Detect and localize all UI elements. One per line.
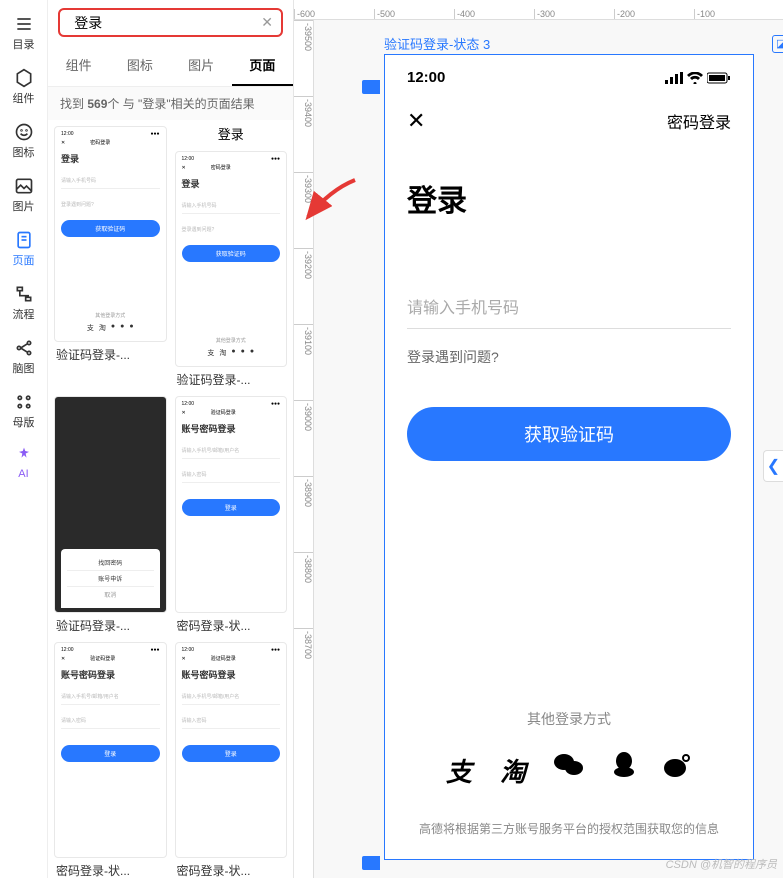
search-input[interactable] xyxy=(74,15,255,31)
card-caption: 验证码登录-... xyxy=(54,346,167,363)
alipay-icon[interactable]: 支 xyxy=(446,752,472,789)
topbar: ✕ 密码登录 xyxy=(385,96,753,146)
signal-icon xyxy=(665,72,683,84)
fold-icon[interactable]: ◪ xyxy=(772,35,783,53)
result-card[interactable]: 12:00●●● ✕ 密码登录 登录 请输入手机号码 登录遇到问题? 获取验证码… xyxy=(54,126,167,388)
sidebar-item-images[interactable]: 图片 xyxy=(4,170,44,220)
tab-pages[interactable]: 页面 xyxy=(232,45,293,86)
annotation-arrow xyxy=(300,175,360,225)
weibo-icon[interactable] xyxy=(664,752,692,789)
wechat-icon[interactable] xyxy=(554,752,584,789)
sidebar-item-components[interactable]: 组件 xyxy=(4,62,44,112)
guide-handle[interactable] xyxy=(362,80,380,94)
sidebar-label: 母版 xyxy=(13,414,35,430)
sidebar-item-mindmap[interactable]: 脑图 xyxy=(4,332,44,382)
battery-icon xyxy=(707,72,731,84)
ruler-horizontal: -600-500-400-300-200-100 xyxy=(294,0,783,20)
icon-sidebar: 目录 组件 图标 图片 页面 流程 脑图 母版 AI xyxy=(0,0,48,878)
result-card[interactable]: 12:00●●● ✕ 验证码登录 账号密码登录 请输入手机号/邮箱/用户名 请输… xyxy=(54,642,167,878)
clear-icon[interactable]: ✕ xyxy=(261,14,273,31)
result-info: 找到 569个 与 "登录"相关的页面结果 xyxy=(48,87,293,120)
asset-tabs: 组件 图标 图片 页面 xyxy=(48,45,293,87)
help-link[interactable]: 登录遇到问题? xyxy=(385,329,753,367)
watermark: CSDN @机智的程序员 xyxy=(666,856,777,872)
sidebar-item-ai[interactable]: AI xyxy=(4,440,44,486)
sidebar-label: 页面 xyxy=(13,252,35,268)
ruler-vertical: -39500-39400-39300-39200-39100-39000-389… xyxy=(294,20,314,878)
sidebar-item-icons[interactable]: 图标 xyxy=(4,116,44,166)
sidebar-label: 流程 xyxy=(13,306,35,322)
card-caption: 密码登录-状... xyxy=(175,617,288,634)
frame-label[interactable]: 验证码登录-状态 3 ◪ xyxy=(384,34,490,53)
search-box[interactable]: ✕ xyxy=(58,8,283,37)
card-caption: 密码登录-状... xyxy=(54,862,167,878)
status-bar: 12:00 xyxy=(385,55,753,96)
disclaimer: 高德将根据第三方账号服务平台的授权范围获取您的信息 xyxy=(385,820,753,837)
result-card[interactable]: 登录 12:00●●● ✕ 密码登录 登录 请输入手机号码 登录遇到问题? 获取… xyxy=(175,120,288,388)
device-frame[interactable]: 12:00 ✕ 密码登录 登录 登录遇到问题? 获取验证码 其他登录方式 支 淘 xyxy=(384,54,754,860)
sidebar-item-flow[interactable]: 流程 xyxy=(4,278,44,328)
tab-components[interactable]: 组件 xyxy=(48,45,109,86)
results-grid[interactable]: 12:00●●● ✕ 密码登录 登录 请输入手机号码 登录遇到问题? 获取验证码… xyxy=(48,120,293,878)
guide-handle[interactable] xyxy=(362,856,380,870)
social-row: 支 淘 xyxy=(385,752,753,789)
sidebar-label: 组件 xyxy=(13,90,35,106)
taobao-icon[interactable]: 淘 xyxy=(500,752,526,789)
sidebar-label: AI xyxy=(18,468,28,480)
other-login-label: 其他登录方式 xyxy=(385,709,753,729)
sidebar-label: 图片 xyxy=(13,198,35,214)
canvas[interactable]: 验证码登录-状态 3 ◪ 12:00 ✕ 密码登录 登录 登录遇到问题? 获取验… xyxy=(314,20,783,878)
get-code-button[interactable]: 获取验证码 xyxy=(407,407,731,461)
tab-images[interactable]: 图片 xyxy=(171,45,232,86)
page-title: 登录 xyxy=(385,146,753,230)
status-icons xyxy=(665,72,731,84)
card-caption: 验证码登录-... xyxy=(175,371,288,388)
qq-icon[interactable] xyxy=(612,752,636,789)
close-icon[interactable]: ✕ xyxy=(407,108,425,134)
tab-icons[interactable]: 图标 xyxy=(109,45,170,86)
status-time: 12:00 xyxy=(407,69,445,86)
side-collapse-tab[interactable]: ❮ xyxy=(763,450,783,482)
sidebar-label: 目录 xyxy=(13,36,35,52)
sidebar-item-pages[interactable]: 页面 xyxy=(4,224,44,274)
asset-panel: ✕ 组件 图标 图片 页面 找到 569个 与 "登录"相关的页面结果 12:0… xyxy=(48,0,294,878)
result-card[interactable]: 找回密码 账号申诉 取消 验证码登录-... xyxy=(54,396,167,633)
sidebar-label: 图标 xyxy=(13,144,35,160)
result-card[interactable]: 12:00●●● ✕ 验证码登录 账号密码登录 请输入手机号/邮箱/用户名 请输… xyxy=(175,396,288,633)
alt-login-link[interactable]: 密码登录 xyxy=(667,109,731,133)
sidebar-item-toc[interactable]: 目录 xyxy=(4,8,44,58)
phone-input[interactable] xyxy=(407,290,731,329)
card-caption: 验证码登录-... xyxy=(54,617,167,634)
card-caption: 密码登录-状... xyxy=(175,862,288,878)
result-card[interactable]: 12:00●●● ✕ 验证码登录 账号密码登录 请输入手机号/邮箱/用户名 请输… xyxy=(175,642,288,878)
sidebar-item-master[interactable]: 母版 xyxy=(4,386,44,436)
sidebar-label: 脑图 xyxy=(13,360,35,376)
wifi-icon xyxy=(687,72,703,84)
